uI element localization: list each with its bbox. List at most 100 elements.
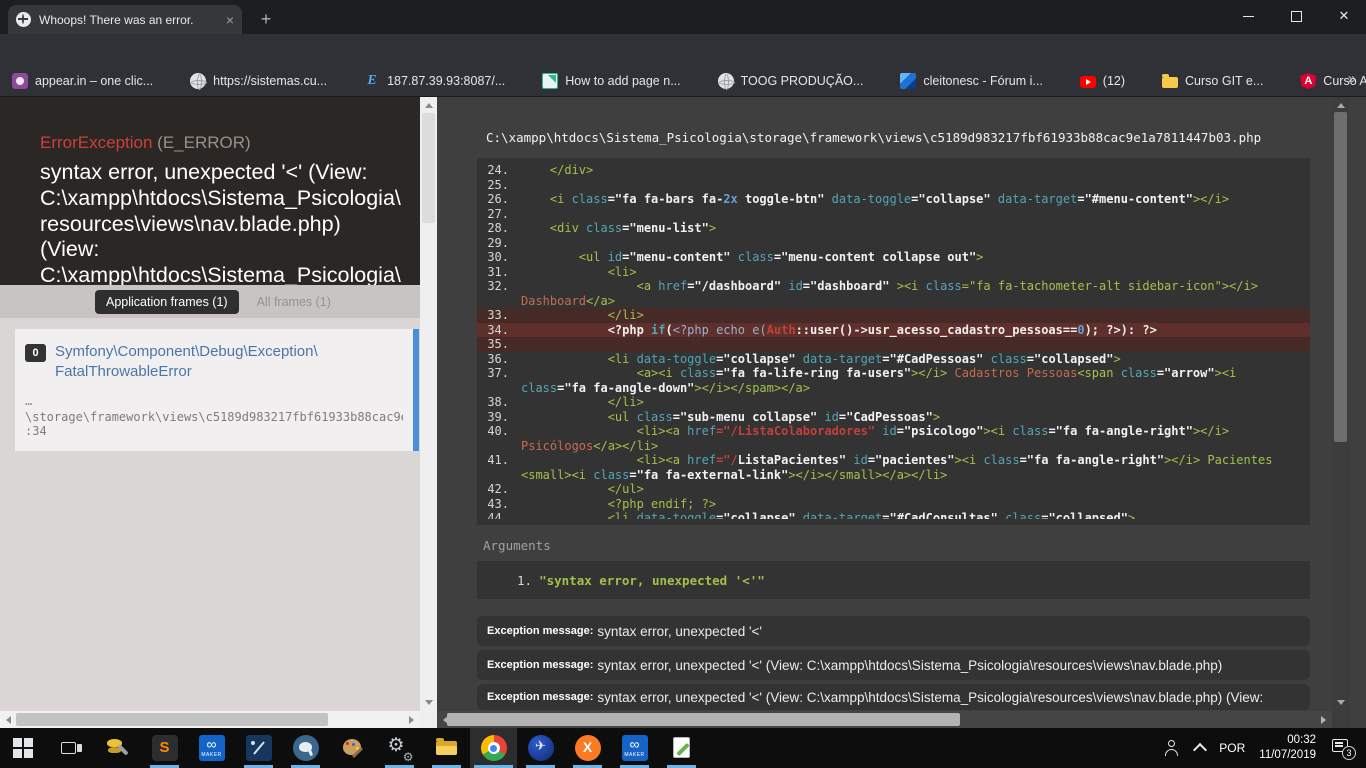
bookmarks-bar: appear.in – one clic... https://sistemas.… xyxy=(0,66,1366,97)
window-close-button[interactable]: ✕ xyxy=(1322,0,1366,32)
scroll-right-icon[interactable] xyxy=(1321,716,1326,724)
line-number: 30. xyxy=(477,250,521,265)
right-horizontal-scrollbar[interactable] xyxy=(437,711,1332,728)
arguments-block: 1. "syntax error, unexpected '<'" xyxy=(477,561,1310,599)
new-tab-button[interactable]: + xyxy=(254,8,278,32)
left-horizontal-scrollbar[interactable] xyxy=(0,711,420,728)
line-number: 24. xyxy=(477,163,521,178)
task-view-button[interactable] xyxy=(47,728,94,768)
line-number xyxy=(477,294,521,309)
frames-tabbar: Application frames (1) All frames (1) xyxy=(0,285,420,318)
tab-application-frames[interactable]: Application frames (1) xyxy=(95,290,239,314)
bookmark-item[interactable]: TOOG PRODUÇÃO... xyxy=(718,73,864,89)
exception-message-row: Exception message:syntax error, unexpect… xyxy=(477,684,1310,710)
exception-title: ErrorException (E_ERROR) xyxy=(40,133,406,153)
windows-taskbar xyxy=(0,728,1366,768)
line-number xyxy=(477,381,521,396)
bookmark-item[interactable]: How to add page n... xyxy=(542,73,680,89)
code-line: 38. </li> xyxy=(477,395,1310,410)
scroll-right-icon[interactable] xyxy=(409,716,414,724)
code-line: 26. <i class="fa fa-bars fa-2x toggle-bt… xyxy=(477,192,1310,207)
code-line: 41. <li><a href="/ListaPacientes" id="pa… xyxy=(477,453,1310,468)
line-number: 36. xyxy=(477,352,521,367)
paint-app[interactable] xyxy=(329,728,376,768)
code-line: 28. <div class="menu-list"> xyxy=(477,221,1310,236)
bookmark-item[interactable]: https://sistemas.cu... xyxy=(190,73,327,89)
scroll-down-icon[interactable] xyxy=(1337,700,1345,705)
file-explorer-app-icon xyxy=(434,735,460,761)
right-vertical-scrollbar[interactable] xyxy=(1332,97,1349,711)
xampp-app[interactable] xyxy=(564,728,611,768)
postgresql-app[interactable] xyxy=(282,728,329,768)
window-minimize-button[interactable] xyxy=(1226,0,1270,32)
people-icon[interactable] xyxy=(1163,739,1181,757)
youtube-icon xyxy=(1080,76,1096,88)
notepad-plus-plus-app-icon xyxy=(669,735,695,761)
tab-close-icon[interactable]: × xyxy=(226,12,234,28)
bookmarks-list: appear.in – one clic... https://sistemas.… xyxy=(12,73,1366,89)
language-indicator[interactable]: POR xyxy=(1219,741,1245,755)
exception-severity: (E_ERROR) xyxy=(157,133,251,152)
line-number: 37. xyxy=(477,366,521,381)
scrollbar-thumb[interactable] xyxy=(1334,112,1347,442)
clock[interactable]: 00:32 11/07/2019 xyxy=(1259,733,1316,763)
sublime-text-app[interactable] xyxy=(141,728,188,768)
bookmark-item[interactable]: (12) xyxy=(1080,74,1125,88)
tab-title: Whoops! There was an error. xyxy=(39,13,220,27)
line-number: 38. xyxy=(477,395,521,410)
dev-tool-app[interactable] xyxy=(235,728,282,768)
settings-tool-app[interactable] xyxy=(376,728,423,768)
bookmark-label: TOOG PRODUÇÃO... xyxy=(741,74,864,88)
code-line: 30. <ul id="menu-content" class="menu-co… xyxy=(477,250,1310,265)
line-number: 26. xyxy=(477,192,521,207)
maker-app[interactable] xyxy=(188,728,235,768)
maker-app-2[interactable] xyxy=(611,728,658,768)
scrollbar-thumb[interactable] xyxy=(16,713,328,726)
date: 11/07/2019 xyxy=(1259,748,1316,763)
code-line: 44. <li data-toggle="collapse" data-targ… xyxy=(477,511,1310,519)
code-line: 31. <li> xyxy=(477,265,1310,280)
scrollbar-thumb[interactable] xyxy=(422,113,435,223)
notification-badge: 3 xyxy=(1342,746,1356,760)
bookmark-item[interactable]: cleitonesc - Fórum i... xyxy=(900,73,1042,89)
scroll-left-icon[interactable] xyxy=(6,716,11,724)
start-button[interactable] xyxy=(0,728,47,768)
file-explorer-app[interactable] xyxy=(423,728,470,768)
scroll-down-icon[interactable] xyxy=(425,700,433,705)
scroll-up-icon[interactable] xyxy=(425,103,433,108)
bookmark-item[interactable]: ACurso Angular xyxy=(1300,73,1366,89)
tab-all-frames[interactable]: All frames (1) xyxy=(257,295,331,309)
scrollbar-thumb[interactable] xyxy=(447,713,960,726)
notification-center-icon[interactable]: 3 xyxy=(1332,738,1354,758)
window-restore-button[interactable] xyxy=(1274,0,1318,32)
blue-globe-app[interactable] xyxy=(517,728,564,768)
notepad-plus-plus-app[interactable] xyxy=(658,728,705,768)
left-vertical-scrollbar[interactable] xyxy=(420,97,437,711)
code-block: 24. </div>25.26. <i class="fa fa-bars fa… xyxy=(477,158,1310,525)
line-number: 40. xyxy=(477,424,521,439)
dev-tool-app-icon xyxy=(246,735,272,761)
e-icon: E xyxy=(364,73,380,89)
code-line: class="fa fa-angle-down"></i></spam></a> xyxy=(477,381,1310,396)
hidden-icons-chevron-icon[interactable] xyxy=(1193,743,1207,757)
database-tool-app[interactable] xyxy=(94,728,141,768)
code-line: Dashboard</a> xyxy=(477,294,1310,309)
code-line: 40. <li><a href="/ListaColaboradores" id… xyxy=(477,424,1310,439)
bookmark-item[interactable]: E187.87.39.93:8087/... xyxy=(364,73,505,89)
scroll-up-icon[interactable] xyxy=(1337,103,1345,108)
browser-tab[interactable]: Whoops! There was an error. × xyxy=(8,5,242,34)
bookmark-item[interactable]: Curso GIT e... xyxy=(1162,74,1263,88)
frame-file-path: \storage\framework\views\c5189d983217fbf… xyxy=(25,410,403,424)
frame-item[interactable]: 0 Symfony\Component\Debug\Exception\Fata… xyxy=(15,329,419,451)
line-number: 41. xyxy=(477,453,521,468)
code-line: 37. <a><i class="fa fa-life-ring fa-user… xyxy=(477,366,1310,381)
frame-line-number: :34 xyxy=(25,424,403,438)
code-line: <small><i class="fa fa-external-link"></… xyxy=(477,468,1310,483)
bookmarks-overflow-icon[interactable]: » xyxy=(1348,70,1356,87)
chrome-app[interactable] xyxy=(470,728,517,768)
line-number xyxy=(477,468,521,483)
line-number: 44. xyxy=(477,511,521,519)
scrollbar-corner xyxy=(1332,711,1349,728)
line-number: 25. xyxy=(477,178,521,193)
bookmark-item[interactable]: appear.in – one clic... xyxy=(12,73,153,89)
